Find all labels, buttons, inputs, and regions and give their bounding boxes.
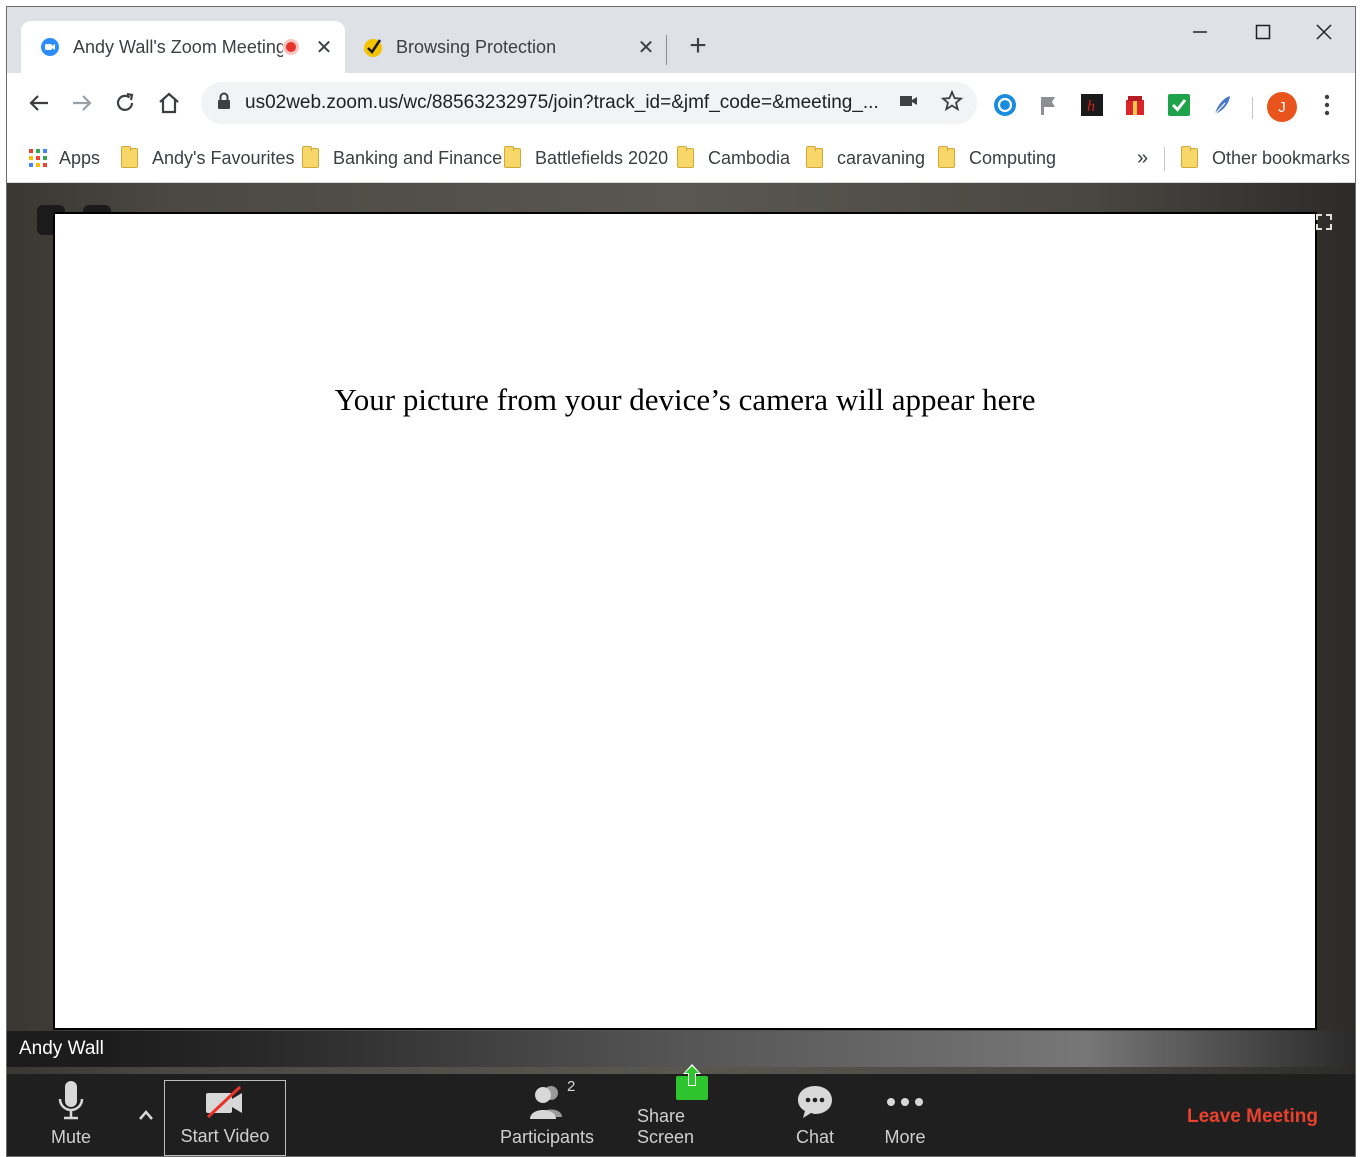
folder-icon bbox=[938, 146, 955, 168]
leave-meeting-button[interactable]: Leave Meeting bbox=[1187, 1106, 1318, 1128]
bookmark-folder[interactable]: Andy's Favourites bbox=[121, 145, 295, 171]
bookmark-label: Battlefields 2020 bbox=[535, 147, 669, 168]
share-screen-label: Share Screen bbox=[637, 1106, 695, 1147]
folder-icon bbox=[1181, 146, 1198, 168]
zoom-icon bbox=[39, 36, 61, 58]
bookmark-label: Apps bbox=[59, 147, 101, 168]
close-tab-icon[interactable]: ✕ bbox=[635, 36, 657, 59]
participants-count: 2 bbox=[567, 1078, 576, 1095]
meeting-controls: Mute Start Video 2 Participants Share Sc… bbox=[7, 1064, 1355, 1156]
norton-check-icon bbox=[362, 36, 384, 58]
tab-title: Browsing Protection bbox=[396, 36, 557, 57]
folder-icon bbox=[806, 146, 823, 168]
more-label: More bbox=[884, 1127, 926, 1147]
bookmark-apps[interactable]: Apps bbox=[29, 145, 100, 171]
start-video-button[interactable]: Start Video bbox=[164, 1080, 286, 1156]
participant-name: Andy Wall bbox=[7, 1031, 116, 1067]
microphone-icon bbox=[57, 1080, 85, 1123]
participants-button[interactable]: 2 Participants bbox=[497, 1078, 597, 1156]
tab-title: Andy Wall's Zoom Meeting bbox=[73, 36, 283, 57]
mute-label: Mute bbox=[50, 1127, 92, 1147]
share-screen-button[interactable]: Share Screen bbox=[637, 1064, 747, 1156]
folder-icon bbox=[121, 146, 138, 168]
extension-h-icon[interactable]: h bbox=[1080, 93, 1104, 117]
audio-options-chevron-up-icon[interactable] bbox=[135, 1104, 157, 1126]
folder-icon bbox=[677, 146, 694, 168]
chat-button[interactable]: Chat bbox=[785, 1080, 845, 1156]
browser-toolbar: us02web.zoom.us/wc/88563232975/join?trac… bbox=[7, 73, 1355, 133]
tab-separator bbox=[666, 35, 667, 65]
maximize-button[interactable] bbox=[1243, 17, 1283, 47]
bookmark-label: Other bookmarks bbox=[1212, 147, 1351, 168]
new-tab-button[interactable]: + bbox=[683, 31, 713, 61]
participants-icon: 2 bbox=[527, 1078, 575, 1123]
bookmark-label: Banking and Finance bbox=[333, 147, 503, 168]
extension-gift-icon[interactable] bbox=[1123, 93, 1147, 117]
extension-checkbox-icon[interactable] bbox=[1167, 93, 1191, 117]
more-button[interactable]: More bbox=[875, 1080, 935, 1156]
bookmark-other[interactable]: Other bookmarks bbox=[1181, 145, 1350, 171]
video-off-icon bbox=[204, 1081, 246, 1122]
fullscreen-icon[interactable] bbox=[1315, 213, 1333, 231]
more-dots-icon bbox=[886, 1080, 924, 1123]
folder-icon bbox=[504, 146, 521, 168]
profile-avatar[interactable]: J bbox=[1267, 92, 1297, 122]
camera-preview-message: Your picture from your device’s camera w… bbox=[334, 382, 1036, 417]
url-text: us02web.zoom.us/wc/88563232975/join?trac… bbox=[245, 92, 879, 113]
close-tab-icon[interactable]: ✕ bbox=[313, 36, 335, 59]
recording-indicator-icon bbox=[283, 39, 299, 55]
home-button[interactable] bbox=[152, 86, 186, 120]
bookmark-folder[interactable]: caravaning bbox=[806, 145, 925, 171]
participants-label: Participants bbox=[499, 1127, 595, 1147]
bookmarks-overflow-button[interactable]: » bbox=[1137, 145, 1148, 171]
folder-icon bbox=[302, 146, 319, 168]
bookmark-star-icon[interactable] bbox=[940, 89, 964, 117]
bookmark-folder[interactable]: Computing bbox=[938, 145, 1056, 171]
bookmark-folder[interactable]: Battlefields 2020 bbox=[504, 145, 668, 171]
reload-button[interactable] bbox=[108, 86, 142, 120]
bookmark-label: Andy's Favourites bbox=[152, 147, 295, 168]
lock-icon bbox=[217, 92, 231, 115]
browser-window: Andy Wall's Zoom Meeting ✕ Browsing Prot… bbox=[6, 6, 1356, 1157]
bookmark-label: Computing bbox=[969, 147, 1057, 168]
extension-flag-icon[interactable] bbox=[1037, 93, 1061, 117]
bookmark-folder[interactable]: Cambodia bbox=[677, 145, 790, 171]
tab-strip: Andy Wall's Zoom Meeting ✕ Browsing Prot… bbox=[7, 7, 1355, 73]
bookmark-label: Cambodia bbox=[708, 147, 791, 168]
start-video-label: Start Video bbox=[180, 1126, 270, 1146]
extension-sync-icon[interactable] bbox=[993, 93, 1017, 117]
toolbar-separator bbox=[1252, 97, 1253, 119]
tab-browsing-protection[interactable]: Browsing Protection ✕ bbox=[352, 21, 667, 73]
tab-zoom-meeting[interactable]: Andy Wall's Zoom Meeting ✕ bbox=[21, 21, 345, 73]
back-button[interactable] bbox=[22, 86, 56, 120]
bookmarks-separator bbox=[1164, 147, 1165, 171]
svg-text:h: h bbox=[1087, 98, 1095, 115]
apps-grid-icon bbox=[29, 149, 47, 167]
close-window-button[interactable] bbox=[1304, 17, 1344, 47]
browser-menu-icon[interactable] bbox=[1315, 93, 1339, 117]
address-bar[interactable]: us02web.zoom.us/wc/88563232975/join?trac… bbox=[201, 82, 977, 124]
camera-blocked-icon[interactable] bbox=[899, 93, 919, 114]
chat-label: Chat bbox=[795, 1127, 835, 1147]
share-screen-icon bbox=[674, 1062, 710, 1102]
bookmark-label: caravaning bbox=[837, 147, 926, 168]
extension-feather-icon[interactable] bbox=[1210, 93, 1234, 117]
bookmark-folder[interactable]: Banking and Finance bbox=[302, 145, 502, 171]
chat-icon bbox=[796, 1080, 834, 1123]
mute-button[interactable]: Mute bbox=[41, 1080, 101, 1156]
forward-button[interactable] bbox=[65, 86, 99, 120]
minimize-button[interactable] bbox=[1180, 17, 1220, 47]
bookmarks-bar: Apps Andy's Favourites Banking and Finan… bbox=[7, 133, 1355, 183]
camera-preview: Your picture from your device’s camera w… bbox=[53, 212, 1317, 1030]
zoom-meeting-area: Your picture from your device’s camera w… bbox=[7, 183, 1355, 1156]
